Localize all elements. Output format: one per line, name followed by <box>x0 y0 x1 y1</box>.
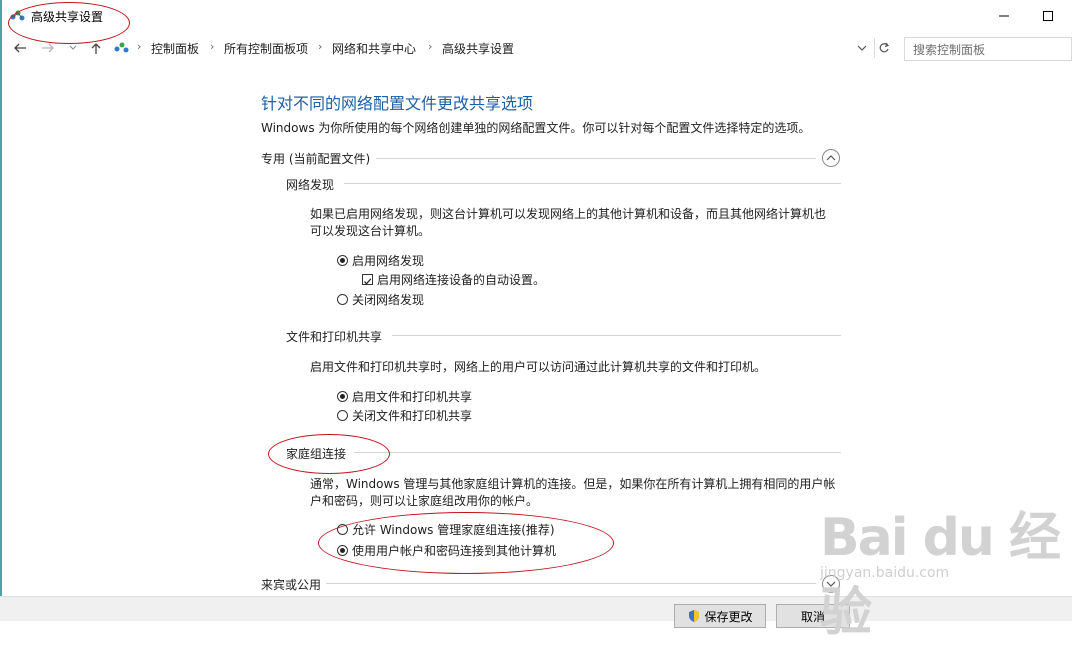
homegroup-windows-radio[interactable] <box>337 524 348 535</box>
collapse-private-button[interactable] <box>822 149 840 167</box>
address-dropdown-button[interactable] <box>854 38 870 58</box>
window-left-edge <box>0 0 2 620</box>
forward-button[interactable] <box>38 38 58 58</box>
file-printer-title: 文件和打印机共享 <box>286 330 383 344</box>
breadcrumb-current[interactable]: 高级共享设置 <box>442 40 514 57</box>
divider <box>354 452 841 453</box>
recent-locations-button[interactable] <box>66 38 80 58</box>
arrow-right-icon <box>42 43 54 53</box>
maximize-icon <box>1043 11 1053 21</box>
file-printer-on-label[interactable]: 启用文件和打印机共享 <box>352 388 472 405</box>
up-button[interactable] <box>88 38 104 58</box>
file-printer-off-radio[interactable] <box>337 410 348 421</box>
breadcrumb-separator-icon: › <box>210 40 215 53</box>
divider <box>326 583 816 584</box>
auto-setup-label[interactable]: 启用网络连接设备的自动设置。 <box>377 271 545 288</box>
page-title: 针对不同的网络配置文件更改共享选项 <box>261 94 534 113</box>
network-discovery-on-radio[interactable] <box>337 255 348 266</box>
save-button-label: 保存更改 <box>704 609 753 624</box>
network-discovery-desc-line2: 可以发现这台计算机。 <box>310 224 431 238</box>
file-printer-desc: 启用文件和打印机共享时，网络上的用户可以访问通过此计算机共享的文件和打印机。 <box>310 360 767 374</box>
chevron-up-icon <box>826 155 836 161</box>
arrow-left-icon <box>14 43 26 53</box>
homegroup-desc-line1: 通常，Windows 管理与其他家庭组计算机的连接。但是，如果你在所有计算机上拥… <box>310 477 836 491</box>
file-printer-on-radio[interactable] <box>337 391 348 402</box>
back-button[interactable] <box>10 38 30 58</box>
breadcrumb-separator-icon: › <box>428 40 433 53</box>
minimize-icon <box>999 15 1009 17</box>
breadcrumb-separator-icon: › <box>137 40 142 53</box>
auto-setup-checkbox[interactable] <box>362 274 373 285</box>
chevron-down-icon <box>69 45 77 50</box>
search-placeholder: 搜索控制面板 <box>913 43 986 57</box>
network-location-icon <box>114 41 130 55</box>
baidu-watermark-url: jingyan.baidu.com <box>820 565 950 581</box>
breadcrumb-separator-icon: › <box>318 40 323 53</box>
breadcrumb-control-panel[interactable]: 控制面板 <box>151 40 199 57</box>
file-printer-off-label[interactable]: 关闭文件和打印机共享 <box>352 407 472 424</box>
divider <box>344 183 841 184</box>
profile-private-title[interactable]: 专用 (当前配置文件) <box>261 150 370 167</box>
divider <box>392 335 841 336</box>
network-discovery-desc-line1: 如果已启用网络发现，则这台计算机可以发现网络上的其他计算机和设备，而且其他网络计… <box>310 207 827 221</box>
chevron-down-icon <box>857 45 867 51</box>
network-discovery-off-radio[interactable] <box>337 294 348 305</box>
breadcrumb-network-center[interactable]: 网络和共享中心 <box>332 40 416 57</box>
homegroup-account-label[interactable]: 使用用户帐户和密码连接到其他计算机 <box>352 542 556 559</box>
network-discovery-off-label[interactable]: 关闭网络发现 <box>352 291 424 308</box>
network-discovery-on-label[interactable]: 启用网络发现 <box>352 252 424 269</box>
minimize-button[interactable] <box>984 2 1024 30</box>
save-button[interactable]: 保存更改 <box>674 604 766 628</box>
homegroup-desc-line2: 户和密码，则可以让家庭组改用你的帐户。 <box>310 494 539 508</box>
divider <box>376 158 816 159</box>
checkmark-icon <box>364 278 372 285</box>
maximize-button[interactable] <box>1028 2 1068 30</box>
homegroup-windows-label[interactable]: 允许 Windows 管理家庭组连接(推荐) <box>352 521 555 538</box>
refresh-icon <box>879 42 890 53</box>
network-app-icon <box>10 9 26 23</box>
profile-guest-title[interactable]: 来宾或公用 <box>261 576 321 593</box>
refresh-button[interactable] <box>874 38 893 58</box>
page-description: Windows 为你所使用的每个网络创建单独的网络配置文件。你可以针对每个配置文… <box>261 121 811 135</box>
window-title: 高级共享设置 <box>31 10 104 24</box>
arrow-up-icon <box>91 42 101 54</box>
homegroup-title: 家庭组连接 <box>286 447 347 461</box>
network-discovery-title: 网络发现 <box>286 178 335 192</box>
shield-icon <box>689 610 700 622</box>
homegroup-account-radio[interactable] <box>337 545 348 556</box>
breadcrumb-all-items[interactable]: 所有控制面板项 <box>224 40 308 57</box>
